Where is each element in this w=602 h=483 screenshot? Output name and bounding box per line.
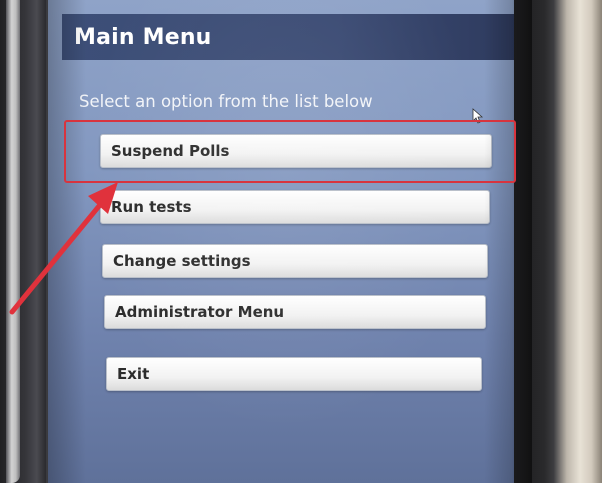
title-bar: Main Menu <box>62 14 522 60</box>
instruction-text: Select an option from the list below <box>79 92 373 111</box>
exit-button[interactable]: Exit <box>106 357 482 391</box>
change-settings-button[interactable]: Change settings <box>102 244 488 278</box>
mouse-pointer-icon <box>472 108 484 124</box>
button-label: Administrator Menu <box>115 303 285 321</box>
device-screen: Main Menu Select an option from the list… <box>48 0 522 483</box>
photo-scene: Main Menu Select an option from the list… <box>0 0 602 483</box>
device-edge <box>6 0 20 483</box>
screen-glare <box>48 0 522 483</box>
button-label: Change settings <box>113 252 251 270</box>
suspend-polls-button[interactable]: Suspend Polls <box>100 134 492 168</box>
device-bezel-left <box>0 0 46 483</box>
bezel-shadow <box>512 0 532 483</box>
page-title: Main Menu <box>74 24 212 50</box>
administrator-menu-button[interactable]: Administrator Menu <box>104 295 486 329</box>
button-label: Suspend Polls <box>111 142 230 160</box>
run-tests-button[interactable]: Run tests <box>100 190 490 224</box>
button-label: Exit <box>117 365 150 383</box>
button-label: Run tests <box>111 198 192 216</box>
